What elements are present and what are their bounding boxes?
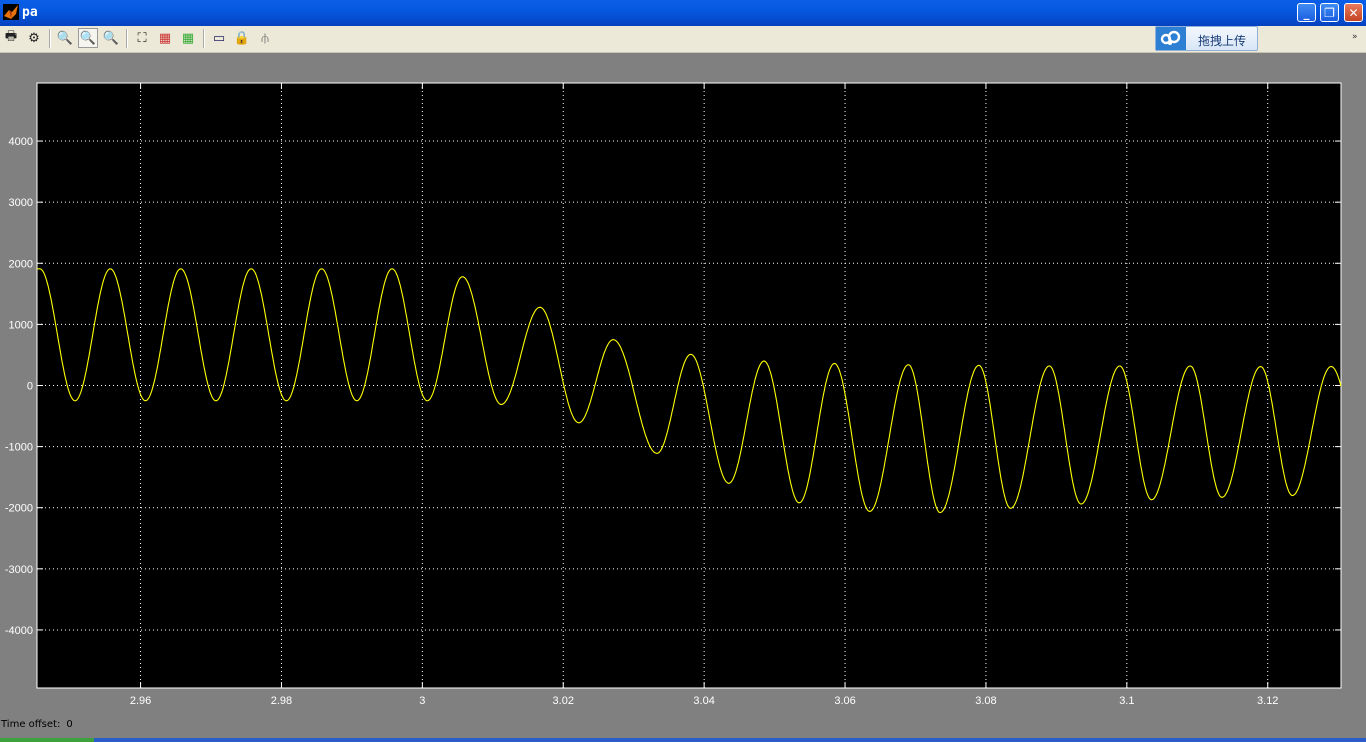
close-button[interactable]: ✕ [1344, 3, 1363, 22]
y-tick-label: 1000 [9, 319, 33, 331]
lock-axes-button[interactable]: 🔒 [232, 28, 252, 48]
floating-scope-icon: ▭ [212, 30, 226, 46]
window-title: pa [22, 5, 38, 20]
y-tick-label: -3000 [5, 564, 33, 576]
y-tick-label: 0 [27, 381, 33, 393]
x-tick-label: 2.96 [130, 695, 151, 707]
scope-plot[interactable]: 4000 3000 2000 1000 0 -1000 -2000 -3000 -4000 2.… [0, 52, 1366, 718]
title-bar: pa _ ❐ ✕ [0, 0, 1366, 26]
y-tick-label: 3000 [9, 197, 33, 209]
parameters-button[interactable]: ⚙ [24, 28, 44, 48]
zoom-x-icon: 🔍 [79, 30, 97, 46]
matlab-icon [3, 4, 19, 20]
lock-axes-icon: 🔒 [233, 30, 251, 46]
taskbar-edge [0, 738, 1366, 742]
x-tick-label: 3.1 [1119, 695, 1134, 707]
toolbar-separator [49, 29, 51, 48]
print-icon: 🖶 [4, 29, 18, 44]
toolbar: 🖶 ⚙ 🔍 🔍 🔍 ⛶ ▦ ▦ ▭ 🔒 ⫛ 拖拽上传 » [0, 26, 1366, 53]
y-tick-label: 2000 [9, 258, 33, 270]
x-tick-label: 3.04 [693, 695, 714, 707]
y-tick-label: -1000 [5, 442, 33, 454]
toolbar-overflow-icon[interactable]: » [1352, 32, 1358, 42]
y-tick-label: 4000 [9, 136, 33, 148]
toolbar-separator [203, 29, 205, 48]
autoscale-button[interactable]: ⛶ [132, 28, 152, 48]
y-tick-label: -2000 [5, 503, 33, 515]
drag-upload-button[interactable]: 拖拽上传 [1155, 26, 1258, 51]
time-offset-value: 0 [66, 719, 73, 730]
restore-axes-button[interactable]: ▦ [178, 28, 198, 48]
drag-upload-label: 拖拽上传 [1198, 34, 1247, 48]
floating-scope-button[interactable]: ▭ [209, 28, 229, 48]
toolbar-separator [126, 29, 128, 48]
save-axes-button[interactable]: ▦ [155, 28, 175, 48]
signal-selector-button[interactable]: ⫛ [255, 28, 275, 48]
zoom-x-button[interactable]: 🔍 [78, 28, 98, 48]
x-tick-label: 3.06 [834, 695, 855, 707]
save-axes-icon: ▦ [158, 30, 172, 46]
x-tick-label: 3 [419, 695, 425, 707]
autoscale-icon: ⛶ [137, 30, 147, 46]
restore-button[interactable]: ❐ [1320, 3, 1339, 22]
parameters-icon: ⚙ [28, 30, 40, 46]
y-tick-label: -4000 [5, 625, 33, 637]
restore-axes-icon: ▦ [181, 30, 195, 46]
signal-selector-icon: ⫛ [261, 30, 269, 46]
time-offset-readout: Time offset: 0 [1, 719, 79, 730]
zoom-button[interactable]: 🔍 [55, 28, 75, 48]
time-offset-label: Time offset: [1, 719, 61, 730]
minimize-button[interactable]: _ [1297, 3, 1316, 22]
print-button[interactable]: 🖶 [1, 28, 21, 48]
zoom-y-button[interactable]: 🔍 [101, 28, 121, 48]
x-tick-label: 3.02 [553, 695, 574, 707]
x-tick-label: 3.08 [975, 695, 996, 707]
x-tick-label: 2.98 [271, 695, 292, 707]
cloud-upload-icon [1156, 27, 1186, 50]
x-tick-label: 3.12 [1257, 695, 1278, 707]
zoom-y-icon: 🔍 [102, 30, 120, 46]
zoom-icon: 🔍 [56, 30, 74, 46]
